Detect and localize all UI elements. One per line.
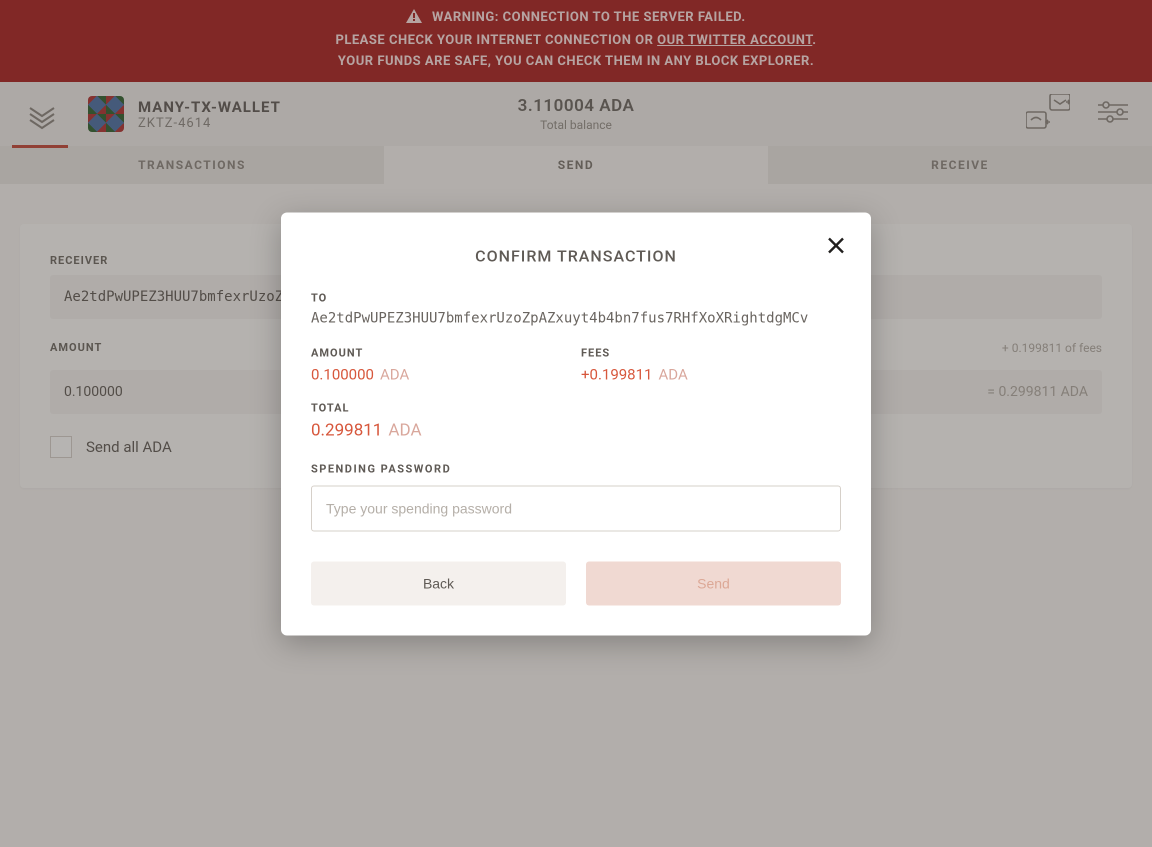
modal-fees-value: +0.199811 (581, 365, 652, 383)
total-block: TOTAL 0.299811 ADA (311, 401, 841, 440)
modal-fees-label: FEES (581, 346, 841, 359)
amount-block: AMOUNT 0.100000 ADA (311, 346, 571, 383)
confirm-transaction-modal: CONFIRM TRANSACTION TO Ae2tdPwUPEZ3HUU7b… (281, 212, 871, 635)
modal-total-value: 0.299811 (311, 420, 382, 440)
to-label: TO (311, 291, 841, 304)
spending-password-input[interactable] (311, 485, 841, 531)
send-button[interactable]: Send (586, 561, 841, 605)
modal-amount-label: AMOUNT (311, 346, 571, 359)
modal-fees-currency: ADA (658, 365, 687, 383)
modal-amount-value: 0.100000 (311, 365, 374, 383)
modal-total-currency: ADA (388, 420, 421, 440)
back-button[interactable]: Back (311, 561, 566, 605)
close-icon[interactable] (827, 236, 845, 258)
modal-total-label: TOTAL (311, 401, 841, 414)
modal-amount-currency: ADA (380, 365, 409, 383)
spending-password-label: SPENDING PASSWORD (311, 462, 841, 475)
fees-block: FEES +0.199811 ADA (581, 346, 841, 383)
to-address: Ae2tdPwUPEZ3HUU7bmfexrUzoZpAZxuyt4b4bn7f… (311, 310, 841, 326)
modal-title: CONFIRM TRANSACTION (311, 246, 841, 265)
